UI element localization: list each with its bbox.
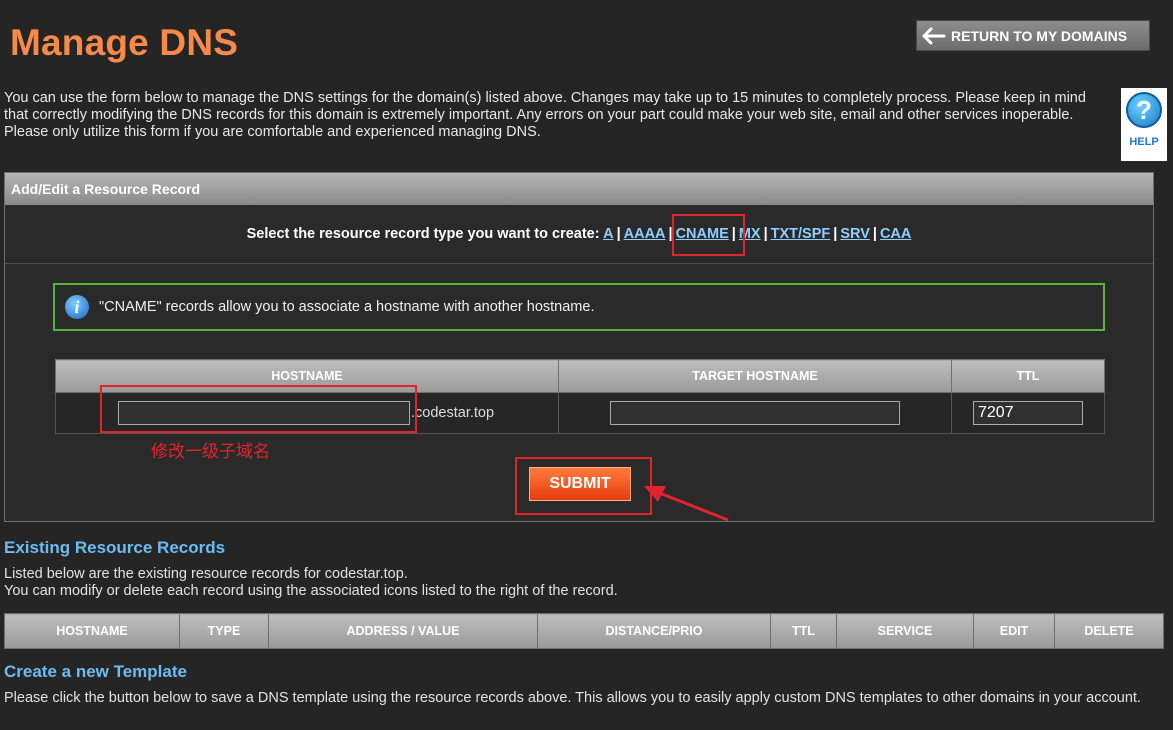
panel-title: Add/Edit a Resource Record xyxy=(5,173,1153,205)
record-type-txt-spf-link[interactable]: TXT/SPF xyxy=(771,226,831,242)
record-type-selector: Select the resource record type you want… xyxy=(5,205,1153,264)
existing-distance-header: DISTANCE/PRIO xyxy=(537,613,771,649)
submit-button[interactable]: SUBMIT xyxy=(529,467,631,501)
existing-edit-header: EDIT xyxy=(973,613,1055,649)
create-template-text: Please click the button below to save a … xyxy=(4,690,1141,706)
arrow-left-icon xyxy=(917,20,951,51)
hostname-column-header: HOSTNAME xyxy=(55,359,559,393)
ttl-cell xyxy=(951,392,1105,434)
existing-service-header: SERVICE xyxy=(836,613,974,649)
return-to-my-domains-button[interactable]: RETURN TO MY DOMAINS xyxy=(916,20,1150,51)
domain-suffix: .codestar.top xyxy=(411,405,495,421)
add-edit-record-panel: Add/Edit a Resource Record Select the re… xyxy=(4,172,1154,522)
return-to-my-domains-label: RETURN TO MY DOMAINS xyxy=(951,27,1128,44)
help-button[interactable]: ? HELP xyxy=(1121,88,1167,161)
existing-delete-header: DELETE xyxy=(1054,613,1164,649)
annotation-text: 修改一级子域名 xyxy=(151,442,270,462)
hostname-input[interactable] xyxy=(118,401,410,425)
record-type-mx-link[interactable]: MX xyxy=(739,226,761,242)
intro-text: You can use the form below to manage the… xyxy=(4,90,1086,140)
record-type-cname-link[interactable]: CNAME xyxy=(676,226,729,242)
existing-hostname-header: HOSTNAME xyxy=(4,613,180,649)
info-icon: i xyxy=(65,295,89,319)
existing-records-table: HOSTNAME TYPE ADDRESS / VALUE DISTANCE/P… xyxy=(4,613,1164,649)
existing-records-line1: Listed below are the existing resource r… xyxy=(4,566,408,582)
info-message-box: i "CNAME" records allow you to associate… xyxy=(53,283,1105,331)
target-hostname-cell xyxy=(558,392,952,434)
record-type-aaaa-link[interactable]: AAAA xyxy=(624,226,666,242)
existing-records-line2: You can modify or delete each record usi… xyxy=(4,583,618,599)
record-entry-table: HOSTNAME TARGET HOSTNAME TTL .codestar.t… xyxy=(55,359,1105,434)
target-hostname-input[interactable] xyxy=(610,401,900,425)
target-hostname-column-header: TARGET HOSTNAME xyxy=(558,359,952,393)
ttl-column-header: TTL xyxy=(951,359,1105,393)
record-type-caa-link[interactable]: CAA xyxy=(880,226,911,242)
existing-address-header: ADDRESS / VALUE xyxy=(268,613,538,649)
record-type-prompt: Select the resource record type you want… xyxy=(246,226,600,242)
create-template-title: Create a new Template xyxy=(4,662,187,681)
ttl-input[interactable] xyxy=(973,401,1083,425)
question-mark-icon: ? xyxy=(1126,92,1162,128)
record-type-a-link[interactable]: A xyxy=(603,226,613,242)
annotation-arrow-icon xyxy=(644,486,729,522)
record-type-srv-link[interactable]: SRV xyxy=(840,226,870,242)
existing-records-title: Existing Resource Records xyxy=(4,538,226,557)
page-title: Manage DNS xyxy=(10,22,239,63)
hostname-cell: .codestar.top xyxy=(55,392,559,434)
existing-ttl-header: TTL xyxy=(770,613,837,649)
info-message: "CNAME" records allow you to associate a… xyxy=(99,299,595,315)
existing-type-header: TYPE xyxy=(179,613,269,649)
help-label: HELP xyxy=(1129,136,1159,148)
